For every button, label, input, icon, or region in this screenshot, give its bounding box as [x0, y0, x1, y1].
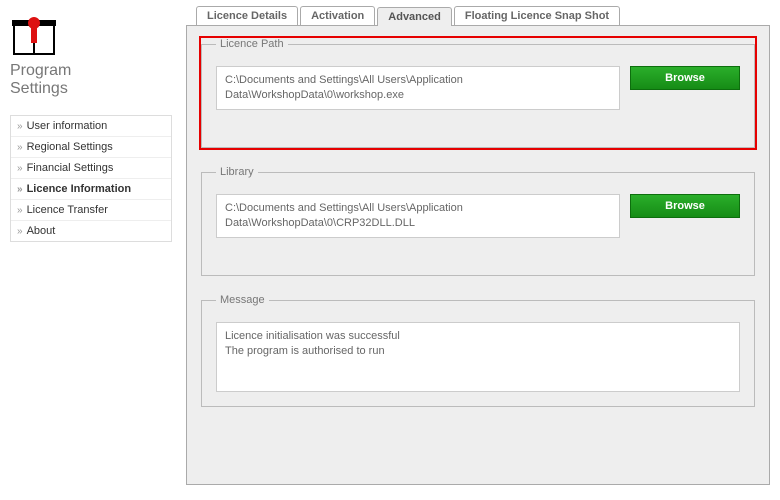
licence-path-group: Licence Path C:\Documents and Settings\A… — [201, 38, 755, 148]
library-legend: Library — [216, 166, 258, 178]
app-title-line2: Settings — [10, 80, 68, 97]
tab-licence-details[interactable]: Licence Details — [196, 6, 298, 25]
main-panel: Licence Details Activation Advanced Floa… — [180, 0, 780, 500]
sidebar-nav: User information Regional Settings Finan… — [10, 115, 172, 242]
licence-path-browse-button[interactable]: Browse — [630, 66, 740, 90]
sidebar-item-licence-transfer[interactable]: Licence Transfer — [11, 200, 171, 221]
app-title-line1: Program — [10, 62, 71, 79]
message-group: Message Licence initialisation was succe… — [201, 294, 755, 407]
tab-bar: Licence Details Activation Advanced Floa… — [196, 6, 770, 25]
tab-floating-licence-snap-shot[interactable]: Floating Licence Snap Shot — [454, 6, 620, 25]
message-box: Licence initialisation was successful Th… — [216, 322, 740, 392]
library-input[interactable]: C:\Documents and Settings\All Users\Appl… — [216, 194, 620, 238]
sidebar-item-about[interactable]: About — [11, 221, 171, 241]
message-legend: Message — [216, 294, 269, 306]
tab-content: Licence Path C:\Documents and Settings\A… — [186, 25, 770, 485]
sidebar-item-financial-settings[interactable]: Financial Settings — [11, 158, 171, 179]
app-title: Program Settings — [10, 62, 172, 99]
sidebar-item-licence-information[interactable]: Licence Information — [11, 179, 171, 200]
licence-path-legend: Licence Path — [216, 38, 288, 50]
sidebar: Program Settings User information Region… — [0, 0, 180, 500]
sidebar-item-user-information[interactable]: User information — [11, 116, 171, 137]
library-group: Library C:\Documents and Settings\All Us… — [201, 166, 755, 276]
tab-advanced[interactable]: Advanced — [377, 7, 452, 26]
sidebar-item-regional-settings[interactable]: Regional Settings — [11, 137, 171, 158]
app-logo — [10, 10, 60, 58]
library-browse-button[interactable]: Browse — [630, 194, 740, 218]
licence-path-input[interactable]: C:\Documents and Settings\All Users\Appl… — [216, 66, 620, 110]
tab-activation[interactable]: Activation — [300, 6, 375, 25]
